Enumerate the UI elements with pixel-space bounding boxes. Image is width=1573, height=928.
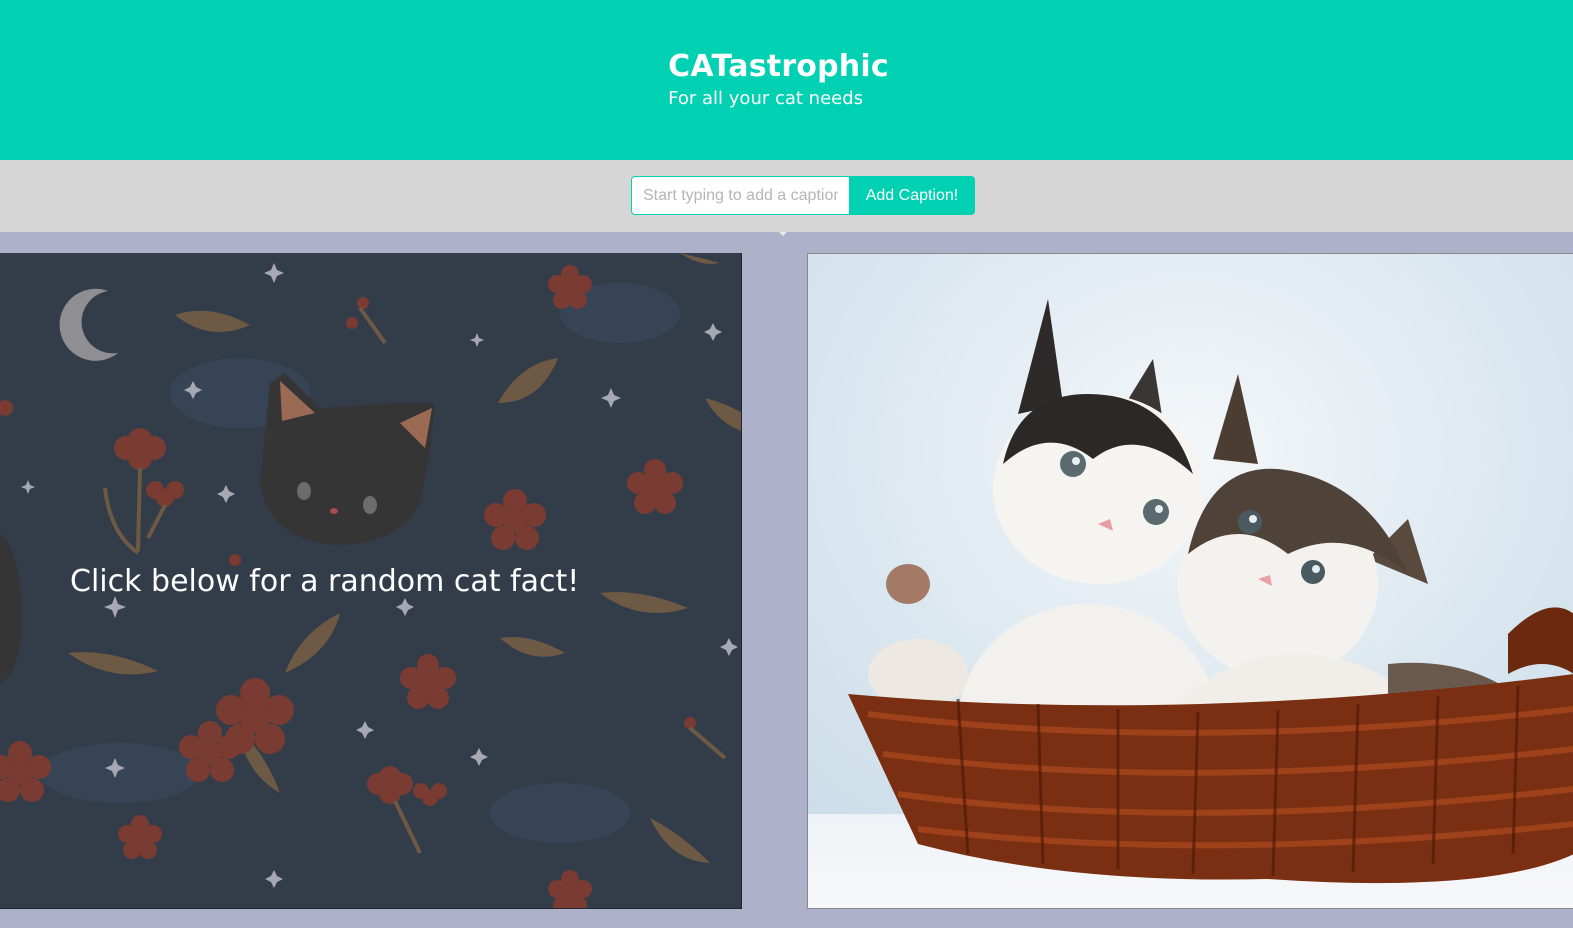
site-title: CATastrophic [668,49,889,84]
page-footer-gap [0,909,1573,928]
hero-text: CATastrophic For all your cat needs [668,48,889,112]
divider-notch [779,232,787,236]
caption-bar: Add Caption! [0,160,1573,232]
site-subtitle: For all your cat needs [668,88,864,109]
kittens-in-basket-image [808,254,1573,908]
add-caption-button[interactable]: Add Caption! [849,176,975,215]
caption-input[interactable] [631,176,850,215]
hero-banner: CATastrophic For all your cat needs [0,0,1573,160]
cat-photo [807,253,1573,909]
cat-face-icon [260,373,435,545]
cat-fact-prompt: Click below for a random cat fact! [70,564,580,599]
cat-fact-panel: Click below for a random cat fact! [0,253,742,909]
